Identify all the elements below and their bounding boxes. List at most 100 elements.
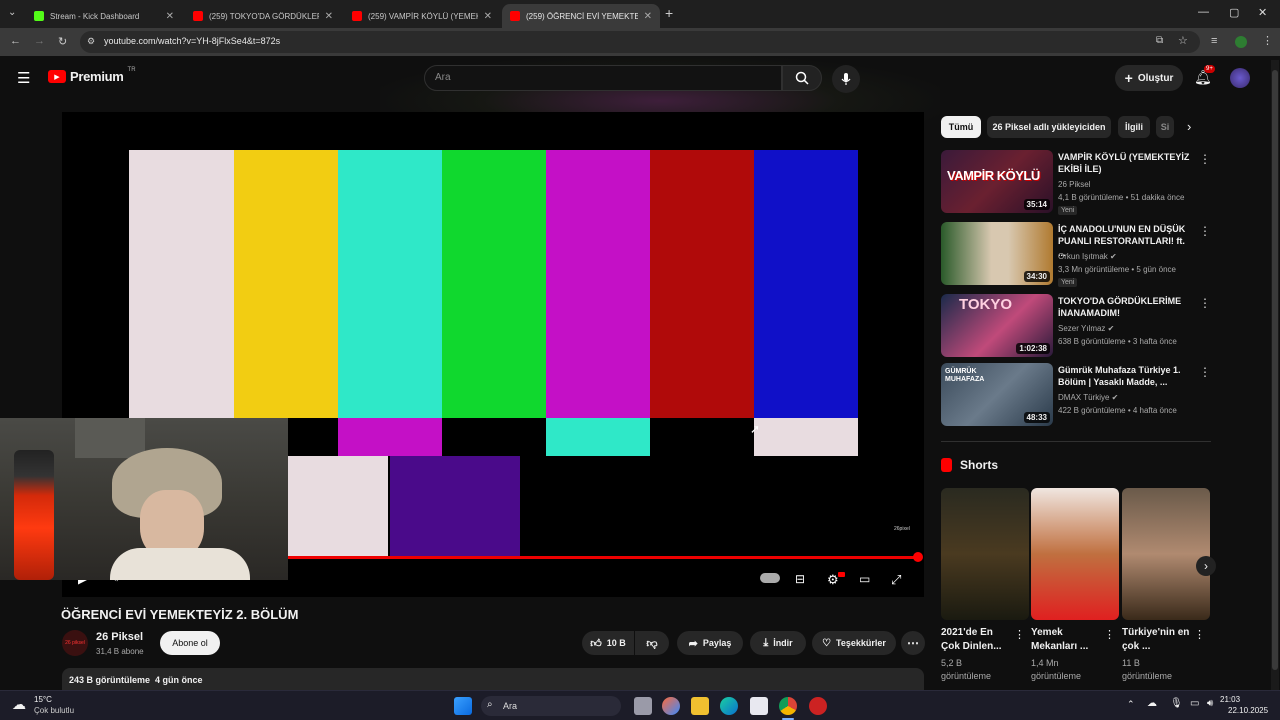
fullscreen-icon[interactable]: ⤢ [891,572,901,588]
tab-kick[interactable]: Stream - Kick Dashboard ✕ [26,4,182,28]
windows-start-icon[interactable] [454,697,472,715]
subtitles-icon[interactable]: ⊟ [795,572,805,586]
dislike-button[interactable]: 👎︎ [635,631,669,655]
tray-cloud-icon[interactable]: ☁ [1147,698,1157,709]
recommendation-title[interactable]: VAMPİR KÖYLÜ (YEMEKTEYİZ EKİBİ İLE) [1058,151,1193,175]
progress-scrubber[interactable] [913,552,923,562]
video-thumbnail[interactable]: 34:30 [941,222,1053,285]
tray-chevron-icon[interactable]: ⌃ [1127,699,1135,710]
voice-search-button[interactable] [832,65,860,93]
channel-avatar[interactable]: 26 piksel [62,630,88,656]
recommendation-title[interactable]: Gümrük Muhafaza Türkiye 1. Bölüm | Yasak… [1058,364,1193,388]
video-thumbnail[interactable]: GÜMRÜK MUHAFAZA 48:33 [941,363,1053,426]
video-thumbnail[interactable]: VAMPİR KÖYLÜ 35:14 [941,150,1053,213]
copilot-icon[interactable] [662,697,680,715]
like-button[interactable]: 👍︎ 10 B [582,631,634,655]
tab-tokyo[interactable]: (259) TOKYO'DA GÖRDÜKLERİM ✕ [185,4,341,28]
hamburger-menu-icon[interactable]: ☰ [17,69,30,87]
task-view-icon[interactable] [634,697,652,715]
autoplay-toggle[interactable] [760,573,780,583]
close-icon[interactable]: ✕ [644,11,652,22]
short-title[interactable]: Yemek Mekanları ... [1031,626,1101,654]
chevron-right-icon[interactable]: › [1187,119,1191,134]
youtube-logo[interactable]: ▶ Premium TR [48,67,136,84]
bookmark-star-icon[interactable]: ☆ [1178,34,1188,47]
more-options-icon[interactable]: ⋮ [1199,152,1211,166]
subscribe-button[interactable]: Abone ol [160,631,220,655]
reload-icon[interactable]: ↻ [58,35,67,48]
theater-mode-icon[interactable]: ▭ [859,572,870,586]
short-thumbnail[interactable] [1122,488,1210,620]
weather-icon[interactable]: ☁ [12,696,26,713]
recommendation-channel[interactable]: Sezer Yılmaz ✔ [1058,324,1114,333]
taskbar-search[interactable]: ⌕ Ara [481,696,621,716]
close-icon[interactable]: ✕ [325,11,333,22]
recommendation-item[interactable]: 34:30 İÇ ANADOLU'NUN EN DÜŞÜK PUANLI RES… [941,222,1211,287]
short-thumbnail[interactable] [1031,488,1119,620]
menu-icon[interactable]: ⋮ [1262,34,1273,47]
install-icon[interactable]: ⧉ [1156,35,1163,46]
recommendation-channel[interactable]: 26 Piksel [1058,180,1090,189]
reading-list-icon[interactable]: ≡ [1211,35,1217,47]
recommendation-item[interactable]: TOKYO 1:02:38 TOKYO'DA GÖRDÜKLERİME İNAN… [941,294,1211,358]
chrome-icon[interactable] [779,697,797,715]
chip-related[interactable]: İlgili [1118,116,1150,138]
back-icon[interactable]: ← [10,35,21,47]
forward-icon[interactable]: → [34,35,45,47]
settings-icon[interactable]: ⚙ [827,572,839,588]
shorts-next-icon[interactable]: › [1196,556,1216,576]
chip-all[interactable]: Tümü [941,116,981,138]
search-input[interactable]: Ara [424,65,782,91]
clock-date[interactable]: 22.10.2025 [1228,706,1268,715]
recommendation-channel[interactable]: Orkun Işıtmak ✔ [1058,252,1117,261]
chip-from-uploader[interactable]: 26 Piksel adlı yükleyiciden [987,116,1111,138]
more-options-icon[interactable]: ⋮ [1194,628,1205,641]
maximize-icon[interactable]: ▢ [1229,6,1239,19]
new-tab-icon[interactable]: + [665,5,673,21]
window-close-icon[interactable]: ✕ [1258,6,1267,19]
video-thumbnail[interactable]: TOKYO 1:02:38 [941,294,1053,357]
minimize-icon[interactable]: — [1198,6,1209,18]
page-scrollbar[interactable] [1271,60,1279,690]
recommendation-item[interactable]: VAMPİR KÖYLÜ 35:14 VAMPİR KÖYLÜ (YEMEKTE… [941,150,1211,215]
create-button[interactable]: + Oluştur [1115,65,1183,91]
profile-avatar[interactable] [1235,36,1247,48]
edge-icon[interactable] [720,697,738,715]
notifications-button[interactable]: 🔔︎ 9+ [1194,65,1215,87]
description-box[interactable]: 243 B görüntüleme 4 gün önce [62,668,924,690]
share-button[interactable]: ➦ Paylaş [677,631,743,655]
tab-list-icon[interactable]: ⌄ [8,7,16,18]
short-thumbnail[interactable] [941,488,1029,620]
channel-name[interactable]: 26 Piksel [96,631,143,643]
tray-mic-icon[interactable]: 🎙︎ [1170,698,1183,709]
more-options-icon[interactable]: ⋮ [1104,628,1115,641]
short-title[interactable]: Türkiye'nin en çok ... [1122,626,1192,654]
download-button[interactable]: ⤓ İndir [750,631,806,655]
short-title[interactable]: 2021'de En Çok Dinlen... [941,626,1011,654]
chip-partial[interactable]: Si [1156,116,1174,138]
site-info-icon[interactable]: ⚙ [87,36,95,47]
tray-network-icon[interactable]: ▭ [1190,698,1199,709]
more-options-icon[interactable]: ⋮ [1014,628,1025,641]
tab-vampir[interactable]: (259) VAMPİR KÖYLÜ (YEMEKTEYİ ✕ [344,4,500,28]
recommendation-channel[interactable]: DMAX Türkiye ✔ [1058,393,1118,402]
file-explorer-icon[interactable] [691,697,709,715]
app-icon[interactable] [809,697,827,715]
more-options-icon[interactable]: ⋮ [1199,224,1211,238]
clock-time[interactable]: 21:03 [1220,695,1240,704]
close-icon[interactable]: ✕ [484,11,492,22]
store-icon[interactable] [750,697,768,715]
account-avatar[interactable] [1230,68,1250,88]
close-icon[interactable]: ✕ [166,11,174,22]
address-bar[interactable]: ⚙ youtube.com/watch?v=YH-8jFlxSe4&t=872s… [80,31,1200,53]
thanks-button[interactable]: ♡ Teşekkürler [812,631,896,655]
search-button[interactable] [782,65,822,91]
recommendation-title[interactable]: TOKYO'DA GÖRDÜKLERİME İNANAMADIM! [1058,295,1193,319]
more-options-icon[interactable]: ⋮ [1199,365,1211,379]
tray-volume-icon[interactable]: 🔊︎ [1207,698,1213,709]
more-options-icon[interactable]: ⋮ [1199,296,1211,310]
tab-ogrenci[interactable]: (259) ÖĞRENCİ EVİ YEMEKTEYİZ ✕ [502,4,660,28]
more-actions-button[interactable]: ⋯ [901,631,925,655]
scrollbar-thumb[interactable] [1272,70,1278,670]
recommendation-item[interactable]: GÜMRÜK MUHAFAZA 48:33 Gümrük Muhafaza Tü… [941,363,1211,427]
